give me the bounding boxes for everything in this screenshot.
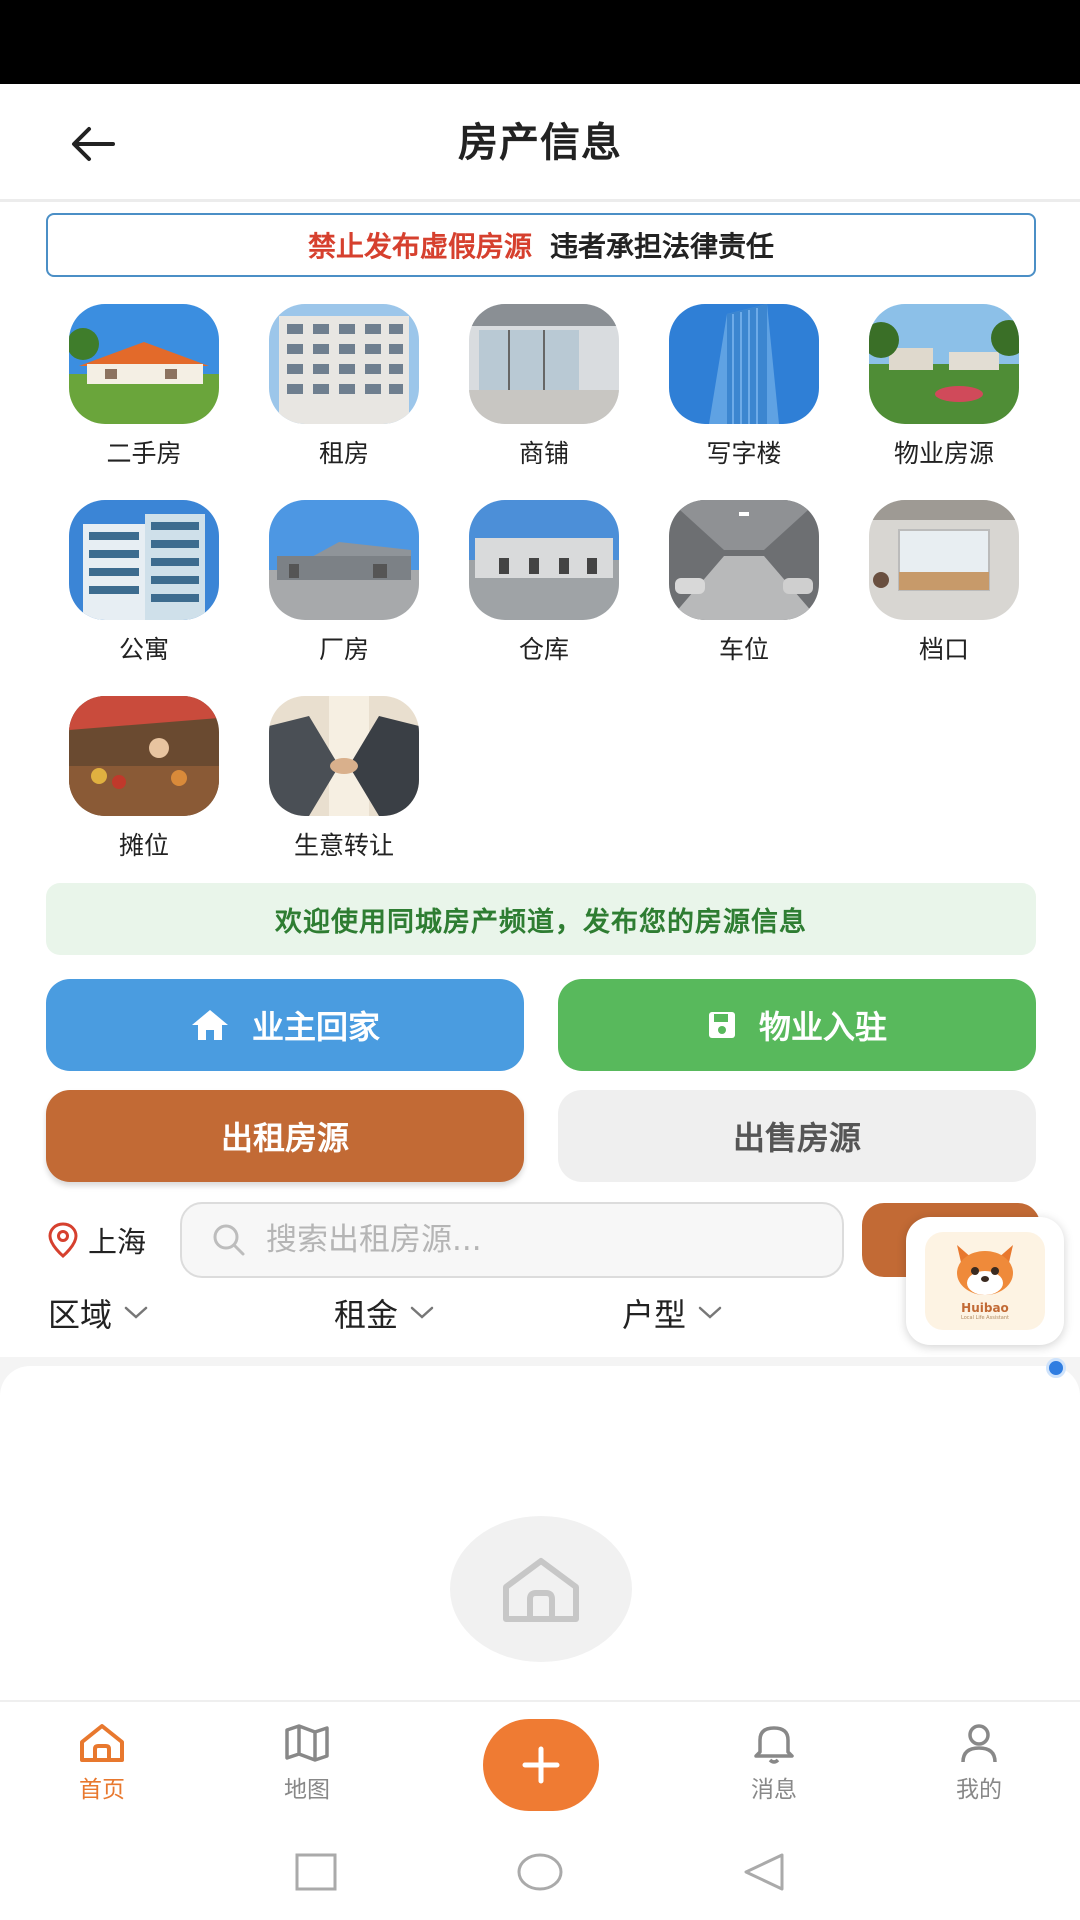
category-second-hand[interactable]: 二手房 <box>64 304 224 474</box>
tab-label: 消息 <box>751 1777 797 1803</box>
assistant-mascot-button[interactable]: Huibao Local Life Assistant <box>906 1217 1064 1345</box>
category-label: 写字楼 <box>706 439 782 468</box>
user-icon <box>961 1724 997 1763</box>
house-photo-icon <box>69 304 219 424</box>
warning-banner: 禁止发布虚假房源 违者承担法律责任 <box>46 213 1036 277</box>
category-business-transfer[interactable]: 生意转让 <box>264 696 424 866</box>
plus-icon <box>522 1746 560 1784</box>
category-label: 档口 <box>918 635 969 664</box>
apartment-building-photo-icon <box>269 304 419 424</box>
welcome-banner: 欢迎使用同城房产频道，发布您的房源信息 <box>46 883 1036 955</box>
warning-black-text: 违者承担法律责任 <box>550 230 775 263</box>
empty-state <box>450 1516 632 1662</box>
tab-mine[interactable]: 我的 <box>919 1722 1039 1804</box>
chevron-down-icon <box>698 1306 722 1319</box>
property-join-label: 物业入驻 <box>758 1008 887 1046</box>
header: 房产信息 <box>0 84 1080 202</box>
chevron-down-icon <box>410 1306 434 1319</box>
category-parking[interactable]: 车位 <box>664 500 824 670</box>
search-icon <box>213 1224 245 1256</box>
category-factory[interactable]: 厂房 <box>264 500 424 670</box>
category-label: 商铺 <box>518 439 569 468</box>
home-circle-icon[interactable] <box>516 1852 564 1892</box>
category-label: 厂房 <box>318 635 369 664</box>
category-rent[interactable]: 租房 <box>264 304 424 474</box>
search-input[interactable] <box>266 1222 826 1258</box>
back-button[interactable] <box>58 114 128 174</box>
category-property[interactable]: 物业房源 <box>864 304 1024 474</box>
category-shop[interactable]: 商铺 <box>464 304 624 474</box>
category-stall[interactable]: 档口 <box>864 500 1024 670</box>
page-title: 房产信息 <box>458 120 622 166</box>
filter-label: 户型 <box>622 1296 687 1334</box>
status-bar <box>0 0 1080 84</box>
filter-label: 区域 <box>48 1296 113 1334</box>
filter-layout[interactable]: 户型 <box>622 1290 722 1336</box>
estate-garden-photo-icon <box>869 304 1019 424</box>
category-warehouse[interactable]: 仓库 <box>464 500 624 670</box>
category-label: 摊位 <box>118 831 169 860</box>
handshake-photo-icon <box>269 696 419 816</box>
publish-fab-button[interactable] <box>483 1719 599 1811</box>
property-join-button[interactable]: 物业入驻 <box>558 979 1036 1071</box>
category-office[interactable]: 写字楼 <box>664 304 824 474</box>
category-label: 物业房源 <box>893 439 994 468</box>
office-tower-photo-icon <box>669 304 819 424</box>
recent-apps-icon[interactable] <box>294 1852 338 1892</box>
factory-photo-icon <box>269 500 419 620</box>
category-booth[interactable]: 摊位 <box>64 696 224 866</box>
filter-bar: 区域 租金 户型 <box>48 1290 948 1340</box>
sale-listing-button[interactable]: 出售房源 <box>558 1090 1036 1182</box>
tab-label: 我的 <box>956 1777 1002 1803</box>
vendor-booth-photo-icon <box>69 696 219 816</box>
mascot-tagline: Local Life Assistant <box>961 1315 1009 1321</box>
filter-area[interactable]: 区域 <box>48 1290 148 1336</box>
owner-home-label: 业主回家 <box>251 1008 380 1046</box>
floating-indicator-dot <box>1046 1358 1066 1378</box>
back-triangle-icon[interactable] <box>742 1852 786 1892</box>
city-selector[interactable]: 上海 <box>48 1218 146 1262</box>
system-navigation-bar <box>0 1830 1080 1920</box>
fox-mascot-icon: Huibao Local Life Assistant <box>925 1232 1045 1330</box>
filter-label: 租金 <box>334 1296 399 1334</box>
storefront-photo-icon <box>469 304 619 424</box>
tab-home[interactable]: 首页 <box>42 1722 162 1804</box>
filter-rent[interactable]: 租金 <box>334 1290 434 1336</box>
warning-red-text: 禁止发布虚假房源 <box>307 230 532 263</box>
home-outline-icon <box>503 1558 579 1622</box>
city-name: 上海 <box>88 1225 147 1259</box>
category-label: 公寓 <box>118 635 169 664</box>
home-icon <box>191 1010 228 1040</box>
chevron-down-icon <box>124 1306 148 1319</box>
tab-label: 地图 <box>284 1777 330 1803</box>
floppy-disk-icon <box>708 1012 735 1038</box>
warehouse-photo-icon <box>469 500 619 620</box>
map-icon <box>285 1724 329 1762</box>
location-pin-icon <box>48 1222 78 1258</box>
owner-home-button[interactable]: 业主回家 <box>46 979 524 1071</box>
bell-icon <box>754 1726 794 1764</box>
arrow-left-icon <box>72 127 115 161</box>
category-label: 仓库 <box>518 635 569 664</box>
tab-bar: 首页 地图 消息 我的 <box>0 1700 1080 1830</box>
tab-messages[interactable]: 消息 <box>714 1722 834 1804</box>
rent-listing-button[interactable]: 出租房源 <box>46 1090 524 1182</box>
tab-label: 首页 <box>79 1777 125 1803</box>
market-stall-photo-icon <box>869 500 1019 620</box>
category-apartment[interactable]: 公寓 <box>64 500 224 670</box>
search-box <box>180 1202 844 1278</box>
category-label: 租房 <box>318 439 369 468</box>
category-label: 车位 <box>718 635 769 664</box>
home-icon <box>80 1724 124 1762</box>
tab-map[interactable]: 地图 <box>247 1722 367 1804</box>
category-label: 二手房 <box>106 439 182 468</box>
mascot-name: Huibao <box>961 1301 1009 1315</box>
category-label: 生意转让 <box>293 831 394 860</box>
apartment-tower-photo-icon <box>69 500 219 620</box>
parking-garage-photo-icon <box>669 500 819 620</box>
